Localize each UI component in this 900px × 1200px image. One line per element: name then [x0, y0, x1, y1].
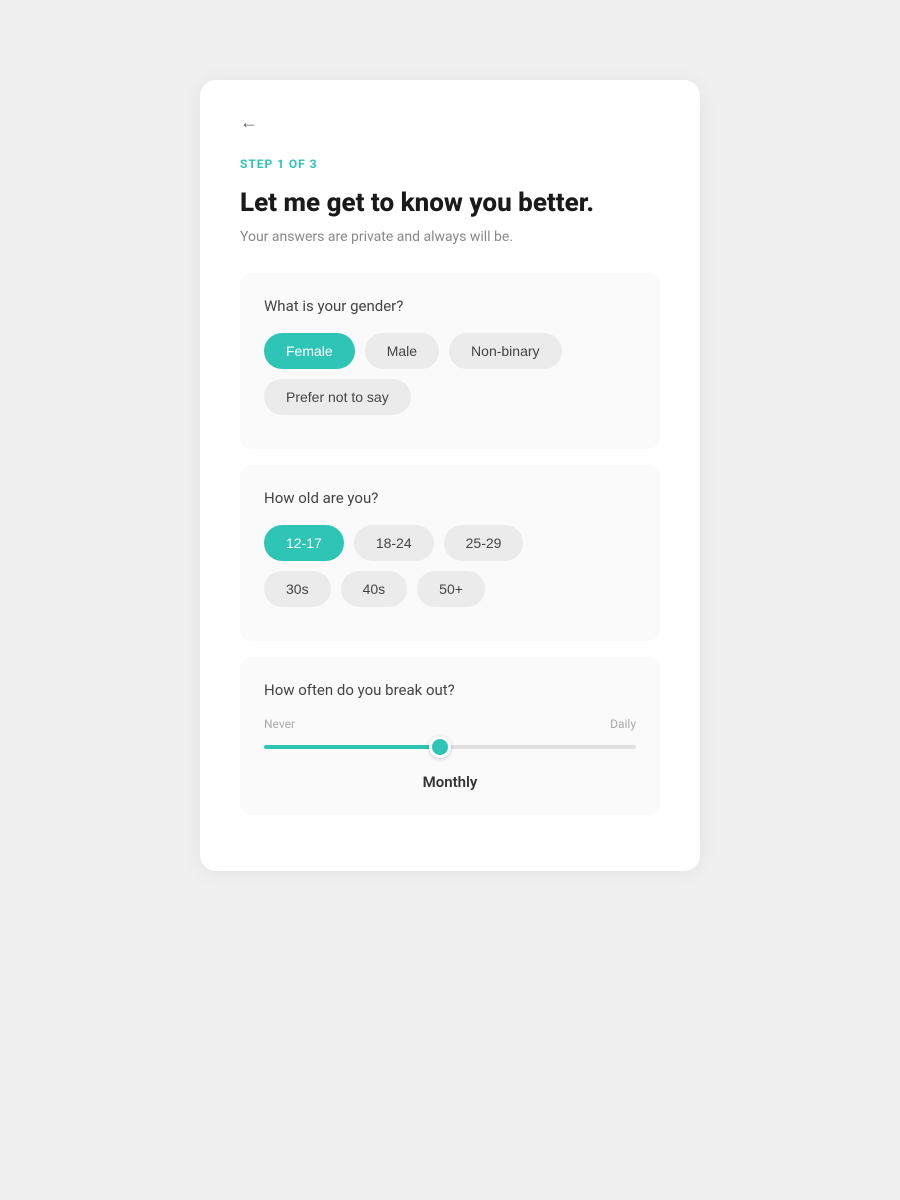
- age-option-30s[interactable]: 30s: [264, 571, 331, 607]
- slider-current-value: Monthly: [264, 773, 636, 791]
- age-option-18-24[interactable]: 18-24: [354, 525, 434, 561]
- page-subtitle: Your answers are private and always will…: [240, 229, 660, 245]
- slider-thumb: [429, 736, 451, 758]
- age-question-card: How old are you? 12-17 18-24 25-29 30s 4…: [240, 465, 660, 641]
- gender-option-male[interactable]: Male: [365, 333, 439, 369]
- slider-labels: Never Daily: [264, 717, 636, 731]
- age-option-12-17[interactable]: 12-17: [264, 525, 344, 561]
- age-option-40s[interactable]: 40s: [341, 571, 408, 607]
- gender-option-female[interactable]: Female: [264, 333, 355, 369]
- gender-option-nonbinary[interactable]: Non-binary: [449, 333, 561, 369]
- back-arrow-icon: ←: [240, 112, 258, 133]
- gender-options-row1: Female Male Non-binary: [264, 333, 636, 369]
- slider-fill: [264, 745, 439, 749]
- breakout-question-card: How often do you break out? Never Daily …: [240, 657, 660, 815]
- main-card: ← STEP 1 OF 3 Let me get to know you bet…: [200, 80, 700, 871]
- gender-question-label: What is your gender?: [264, 297, 636, 315]
- back-button[interactable]: ←: [240, 112, 258, 133]
- gender-question-card: What is your gender? Female Male Non-bin…: [240, 273, 660, 449]
- slider-min-label: Never: [264, 717, 295, 731]
- gender-option-prefer-not[interactable]: Prefer not to say: [264, 379, 411, 415]
- page-title: Let me get to know you better.: [240, 187, 660, 221]
- age-options-row2: 30s 40s 50+: [264, 571, 636, 607]
- age-options-row1: 12-17 18-24 25-29: [264, 525, 636, 561]
- age-option-50plus[interactable]: 50+: [417, 571, 485, 607]
- breakout-question-label: How often do you break out?: [264, 681, 636, 699]
- slider-wrapper: [264, 737, 636, 757]
- step-label: STEP 1 OF 3: [240, 157, 660, 171]
- slider-max-label: Daily: [610, 717, 636, 731]
- breakout-slider-section: Never Daily Monthly: [264, 717, 636, 791]
- gender-options-row2: Prefer not to say: [264, 379, 636, 415]
- age-question-label: How old are you?: [264, 489, 636, 507]
- age-option-25-29[interactable]: 25-29: [444, 525, 524, 561]
